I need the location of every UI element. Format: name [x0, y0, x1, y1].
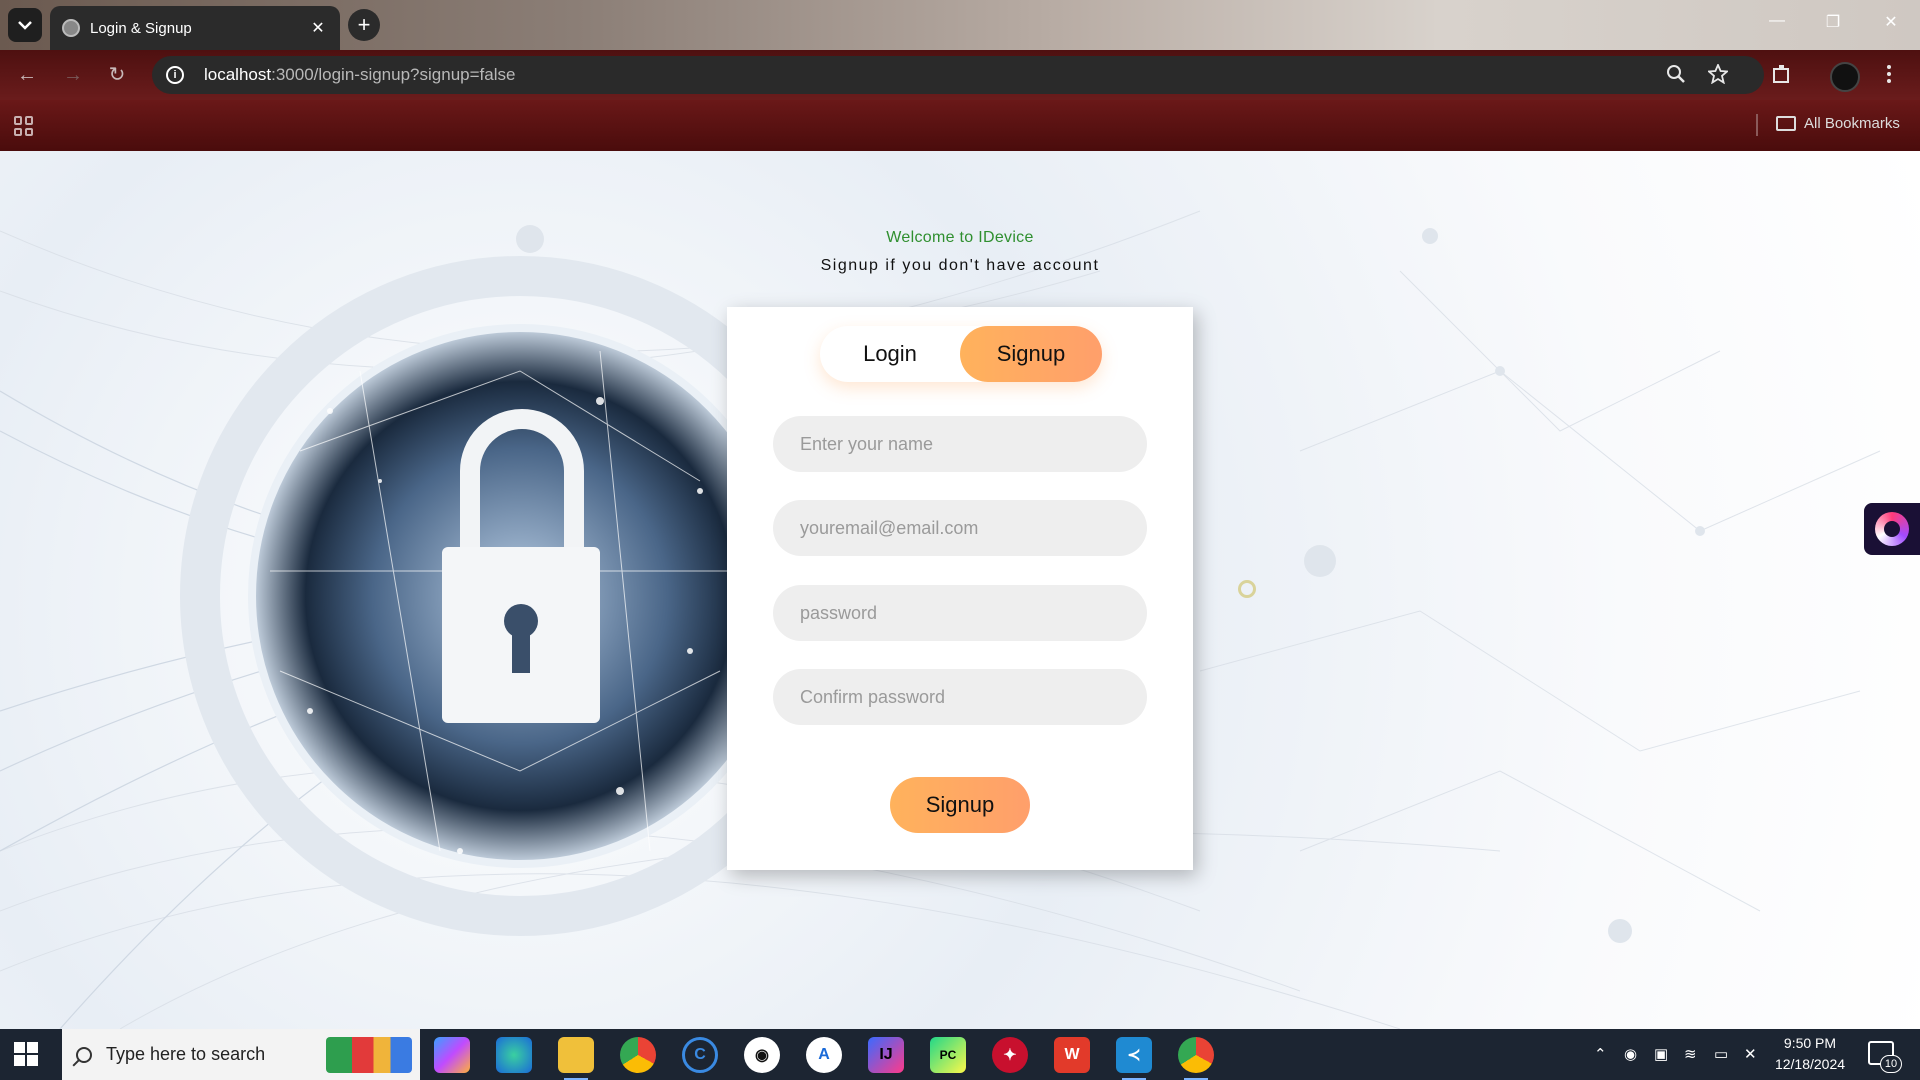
- chrome-icon[interactable]: [620, 1037, 656, 1073]
- taskbar-search-placeholder: Type here to search: [106, 1044, 266, 1064]
- globe-icon: [62, 19, 80, 37]
- tab-strip: Login & Signup ✕ + — ❐ ✕: [0, 0, 1920, 50]
- tab-signup[interactable]: Signup: [960, 326, 1102, 382]
- browser-toolbar: ← → ↻ i localhost:3000/login-signup?sign…: [0, 50, 1920, 100]
- app-store-icon[interactable]: A: [806, 1037, 842, 1073]
- bookmark-star-icon[interactable]: [1708, 64, 1728, 84]
- profile-avatar[interactable]: [1830, 62, 1860, 92]
- close-window-icon[interactable]: ✕: [1876, 12, 1906, 32]
- zoom-icon[interactable]: [1666, 64, 1686, 84]
- menu-kebab-icon[interactable]: [1886, 64, 1892, 84]
- reload-icon[interactable]: ↻: [104, 62, 130, 88]
- volume-muted-icon[interactable]: ✕: [1744, 1045, 1757, 1063]
- minimize-icon[interactable]: —: [1762, 12, 1792, 30]
- battery-icon[interactable]: ▭: [1714, 1045, 1728, 1063]
- restore-icon[interactable]: ❐: [1818, 12, 1848, 32]
- page-viewport: Welcome to IDevice Signup if you don't h…: [0, 151, 1920, 1029]
- taskbar-search[interactable]: Type here to search: [62, 1029, 420, 1080]
- file-explorer-icon[interactable]: [558, 1037, 594, 1080]
- pycharm-icon[interactable]: PC: [930, 1037, 966, 1073]
- search-highlight-gifts-icon: [326, 1037, 412, 1073]
- intellij-icon[interactable]: IJ: [868, 1037, 904, 1073]
- vscode-icon[interactable]: ≺: [1116, 1037, 1152, 1080]
- game-app-icon[interactable]: ✦: [992, 1037, 1028, 1073]
- taskbar: Type here to search C ◉ A IJ PC ✦ W ≺ ⌃ …: [0, 1029, 1920, 1080]
- tab-login[interactable]: Login: [820, 326, 960, 382]
- extension-logo-icon: [1875, 512, 1909, 546]
- bookmarks-bar: All Bookmarks: [0, 100, 1920, 151]
- apps-grid-icon[interactable]: [14, 116, 34, 136]
- url-text: localhost:3000/login-signup?signup=false: [204, 65, 516, 84]
- cursor-indicator: [1238, 580, 1256, 598]
- email-field[interactable]: [773, 500, 1147, 556]
- show-hidden-icons-icon[interactable]: ⌃: [1594, 1045, 1607, 1063]
- tab-title: Login & Signup: [90, 19, 192, 37]
- taskbar-clock[interactable]: 9:50 PM 12/18/2024: [1770, 1033, 1850, 1075]
- copilot-icon[interactable]: [434, 1037, 470, 1073]
- edge-icon[interactable]: [496, 1037, 532, 1073]
- address-bar[interactable]: i localhost:3000/login-signup?signup=fal…: [152, 56, 1764, 94]
- signup-subtitle: Signup if you don't have account: [820, 257, 1100, 274]
- padlock-globe-illustration: [0, 256, 740, 1029]
- windows-start-icon[interactable]: [14, 1042, 38, 1066]
- confirm-password-field[interactable]: [773, 669, 1147, 725]
- bookmarks-divider: [1756, 114, 1758, 136]
- all-bookmarks-label: All Bookmarks: [1804, 115, 1900, 132]
- extensions-icon[interactable]: [1772, 64, 1792, 84]
- forward-arrow-icon[interactable]: →: [60, 62, 86, 88]
- back-arrow-icon[interactable]: ←: [14, 62, 40, 88]
- tray-meet-icon[interactable]: ▣: [1654, 1045, 1668, 1063]
- all-bookmarks-button[interactable]: All Bookmarks: [1776, 115, 1900, 132]
- auth-mode-toggle: Login Signup: [820, 326, 1102, 382]
- new-tab-button[interactable]: +: [348, 9, 380, 41]
- tab-list-button[interactable]: [8, 8, 42, 42]
- chrome-active-icon[interactable]: [1178, 1037, 1214, 1080]
- welcome-heading: Welcome to IDevice: [886, 229, 1034, 246]
- side-extension-widget[interactable]: [1864, 503, 1920, 555]
- chevron-down-icon: [18, 21, 32, 30]
- ccleaner-icon[interactable]: C: [682, 1037, 718, 1073]
- clock-date: 12/18/2024: [1774, 1056, 1846, 1072]
- folder-icon: [1776, 116, 1796, 131]
- name-field[interactable]: [773, 416, 1147, 472]
- tab-close-icon[interactable]: ✕: [308, 18, 328, 38]
- signup-submit-button[interactable]: Signup: [890, 777, 1030, 833]
- password-field[interactable]: [773, 585, 1147, 641]
- search-icon: [76, 1046, 92, 1063]
- wps-office-icon[interactable]: W: [1054, 1037, 1090, 1073]
- tray-record-icon[interactable]: ◉: [1624, 1045, 1637, 1063]
- auth-card: Login Signup Signup: [727, 307, 1193, 870]
- clock-time: 9:50 PM: [1783, 1035, 1837, 1051]
- wifi-icon[interactable]: ≋: [1684, 1045, 1697, 1063]
- site-info-icon[interactable]: i: [166, 66, 184, 84]
- github-icon[interactable]: ◉: [744, 1037, 780, 1073]
- notification-count-badge: 10: [1880, 1055, 1902, 1073]
- browser-tab-active[interactable]: Login & Signup ✕: [50, 6, 340, 50]
